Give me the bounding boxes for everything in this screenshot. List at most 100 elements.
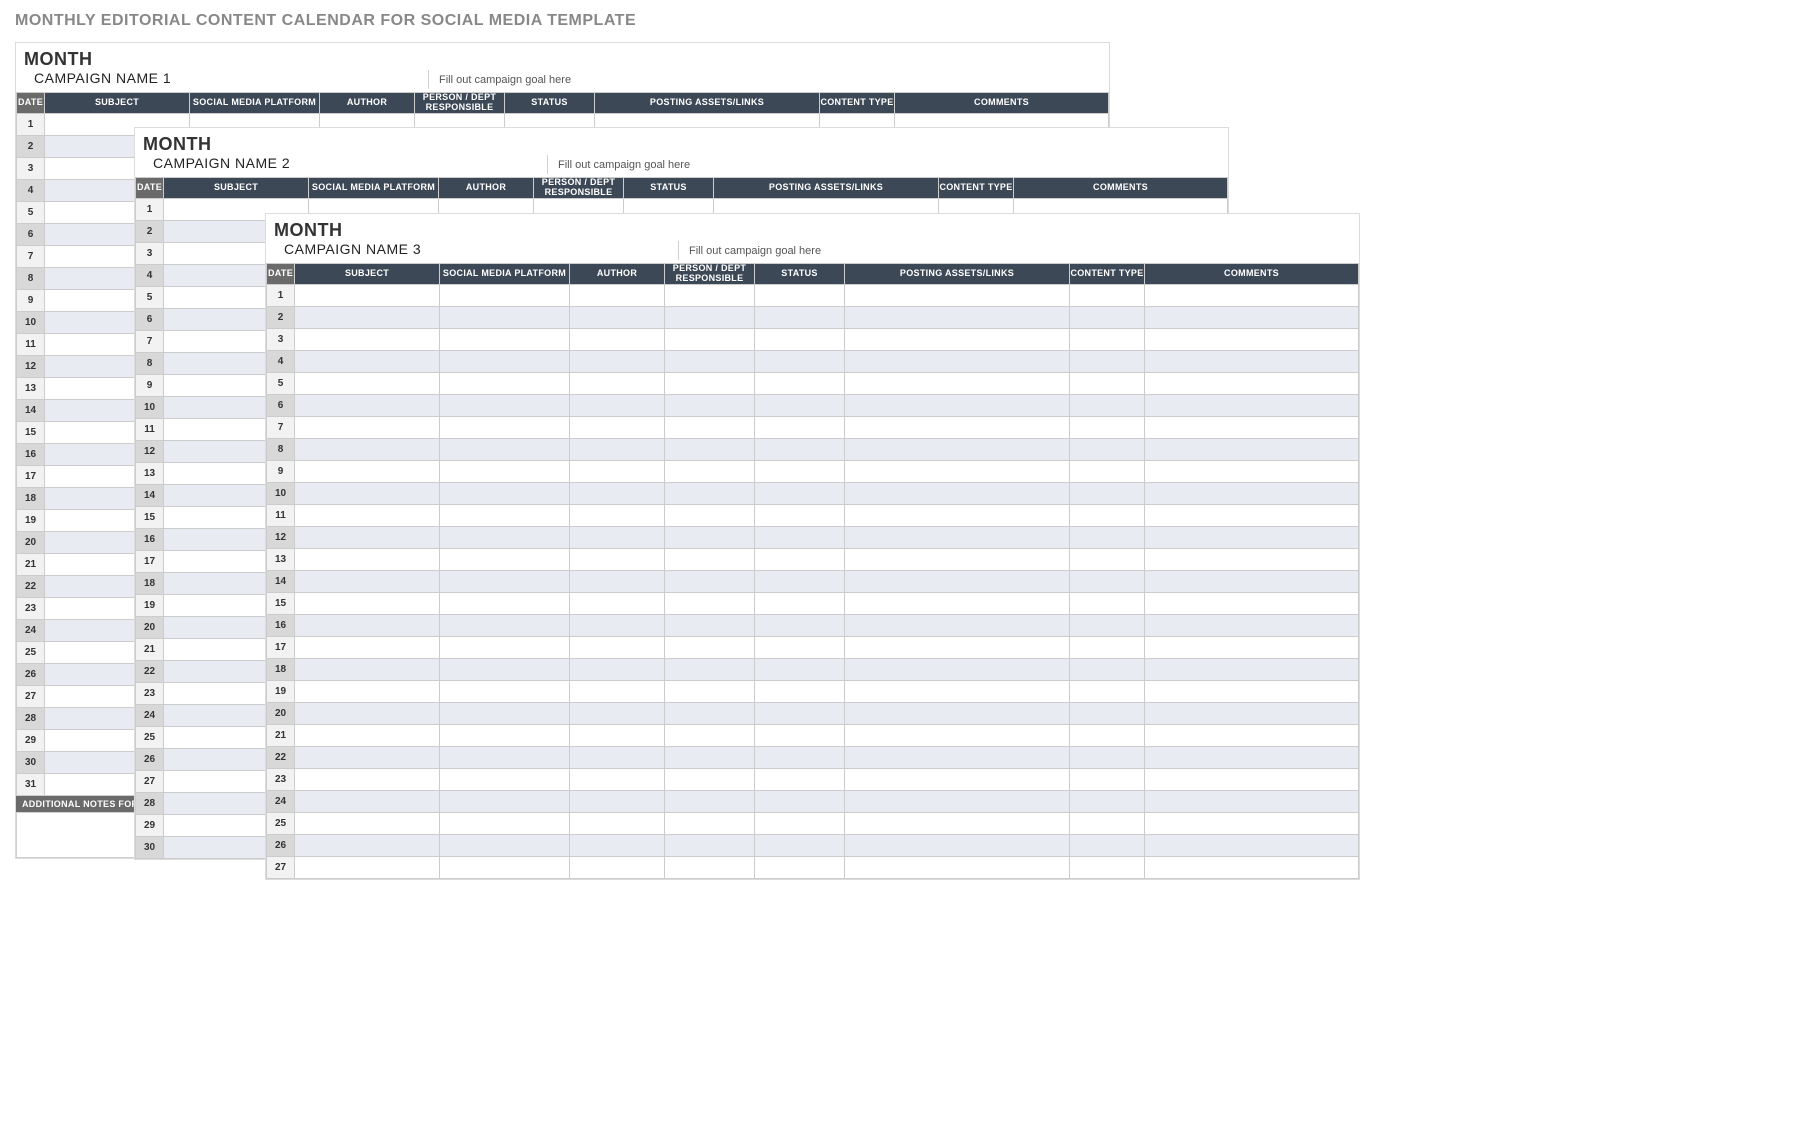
cell-platform[interactable]: [440, 614, 570, 636]
cell-person[interactable]: [665, 724, 755, 746]
cell-person[interactable]: [665, 592, 755, 614]
cell-assets[interactable]: [845, 284, 1070, 306]
cell-comments[interactable]: [1145, 812, 1359, 834]
cell-subject[interactable]: [295, 482, 440, 504]
cell-platform[interactable]: [440, 790, 570, 812]
cell-platform[interactable]: [440, 680, 570, 702]
cell-ctype[interactable]: [1070, 724, 1145, 746]
cell-author[interactable]: [570, 394, 665, 416]
cell-author[interactable]: [570, 482, 665, 504]
cell-ctype[interactable]: [1070, 702, 1145, 724]
cell-person[interactable]: [665, 350, 755, 372]
cell-author[interactable]: [570, 614, 665, 636]
cell-status[interactable]: [755, 834, 845, 856]
cell-status[interactable]: [755, 812, 845, 834]
cell-author[interactable]: [570, 724, 665, 746]
cell-comments[interactable]: [1145, 790, 1359, 812]
cell-status[interactable]: [755, 284, 845, 306]
cell-status[interactable]: [755, 768, 845, 790]
cell-platform[interactable]: [440, 636, 570, 658]
cell-ctype[interactable]: [1070, 416, 1145, 438]
cell-ctype[interactable]: [1070, 768, 1145, 790]
cell-person[interactable]: [665, 372, 755, 394]
cell-ctype[interactable]: [1070, 592, 1145, 614]
cell-status[interactable]: [755, 636, 845, 658]
cell-ctype[interactable]: [1070, 526, 1145, 548]
cell-person[interactable]: [665, 394, 755, 416]
cell-person[interactable]: [665, 460, 755, 482]
campaign-goal[interactable]: Fill out campaign goal here: [429, 74, 571, 89]
cell-ctype[interactable]: [1070, 460, 1145, 482]
cell-person[interactable]: [665, 790, 755, 812]
cell-author[interactable]: [570, 306, 665, 328]
cell-status[interactable]: [755, 680, 845, 702]
cell-subject[interactable]: [295, 570, 440, 592]
cell-assets[interactable]: [845, 438, 1070, 460]
cell-assets[interactable]: [845, 548, 1070, 570]
cell-ctype[interactable]: [1070, 284, 1145, 306]
cell-subject[interactable]: [295, 614, 440, 636]
cell-platform[interactable]: [440, 834, 570, 856]
cell-assets[interactable]: [845, 790, 1070, 812]
cell-subject[interactable]: [295, 548, 440, 570]
cell-comments[interactable]: [1145, 350, 1359, 372]
cell-comments[interactable]: [1145, 482, 1359, 504]
cell-person[interactable]: [665, 614, 755, 636]
cell-ctype[interactable]: [1070, 372, 1145, 394]
cell-person[interactable]: [665, 570, 755, 592]
cell-subject[interactable]: [295, 350, 440, 372]
cell-platform[interactable]: [440, 460, 570, 482]
cell-platform[interactable]: [440, 482, 570, 504]
cell-person[interactable]: [665, 438, 755, 460]
cell-status[interactable]: [755, 790, 845, 812]
cell-assets[interactable]: [845, 636, 1070, 658]
cell-comments[interactable]: [1145, 306, 1359, 328]
cell-status[interactable]: [755, 460, 845, 482]
cell-author[interactable]: [570, 790, 665, 812]
campaign-goal[interactable]: Fill out campaign goal here: [548, 159, 690, 174]
cell-platform[interactable]: [440, 746, 570, 768]
cell-author[interactable]: [570, 856, 665, 878]
cell-status[interactable]: [755, 746, 845, 768]
cell-comments[interactable]: [1145, 372, 1359, 394]
cell-platform[interactable]: [440, 592, 570, 614]
cell-assets[interactable]: [845, 746, 1070, 768]
cell-comments[interactable]: [1145, 856, 1359, 878]
cell-assets[interactable]: [845, 350, 1070, 372]
cell-person[interactable]: [665, 482, 755, 504]
cell-subject[interactable]: [295, 306, 440, 328]
cell-assets[interactable]: [845, 460, 1070, 482]
cell-ctype[interactable]: [1070, 328, 1145, 350]
cell-author[interactable]: [570, 548, 665, 570]
cell-assets[interactable]: [845, 856, 1070, 878]
cell-author[interactable]: [570, 680, 665, 702]
cell-subject[interactable]: [295, 636, 440, 658]
cell-person[interactable]: [665, 284, 755, 306]
cell-subject[interactable]: [295, 768, 440, 790]
cell-platform[interactable]: [440, 306, 570, 328]
cell-ctype[interactable]: [1070, 438, 1145, 460]
cell-person[interactable]: [665, 746, 755, 768]
cell-subject[interactable]: [295, 724, 440, 746]
cell-platform[interactable]: [440, 702, 570, 724]
cell-assets[interactable]: [845, 768, 1070, 790]
cell-assets[interactable]: [845, 482, 1070, 504]
cell-comments[interactable]: [1145, 592, 1359, 614]
cell-subject[interactable]: [295, 394, 440, 416]
cell-comments[interactable]: [1145, 438, 1359, 460]
cell-status[interactable]: [755, 570, 845, 592]
cell-status[interactable]: [755, 856, 845, 878]
cell-subject[interactable]: [295, 702, 440, 724]
cell-status[interactable]: [755, 526, 845, 548]
cell-platform[interactable]: [440, 438, 570, 460]
cell-subject[interactable]: [295, 680, 440, 702]
cell-platform[interactable]: [440, 350, 570, 372]
cell-author[interactable]: [570, 812, 665, 834]
cell-author[interactable]: [570, 592, 665, 614]
cell-author[interactable]: [570, 834, 665, 856]
cell-assets[interactable]: [845, 526, 1070, 548]
cell-comments[interactable]: [1145, 548, 1359, 570]
cell-subject[interactable]: [295, 592, 440, 614]
cell-ctype[interactable]: [1070, 350, 1145, 372]
cell-assets[interactable]: [845, 394, 1070, 416]
